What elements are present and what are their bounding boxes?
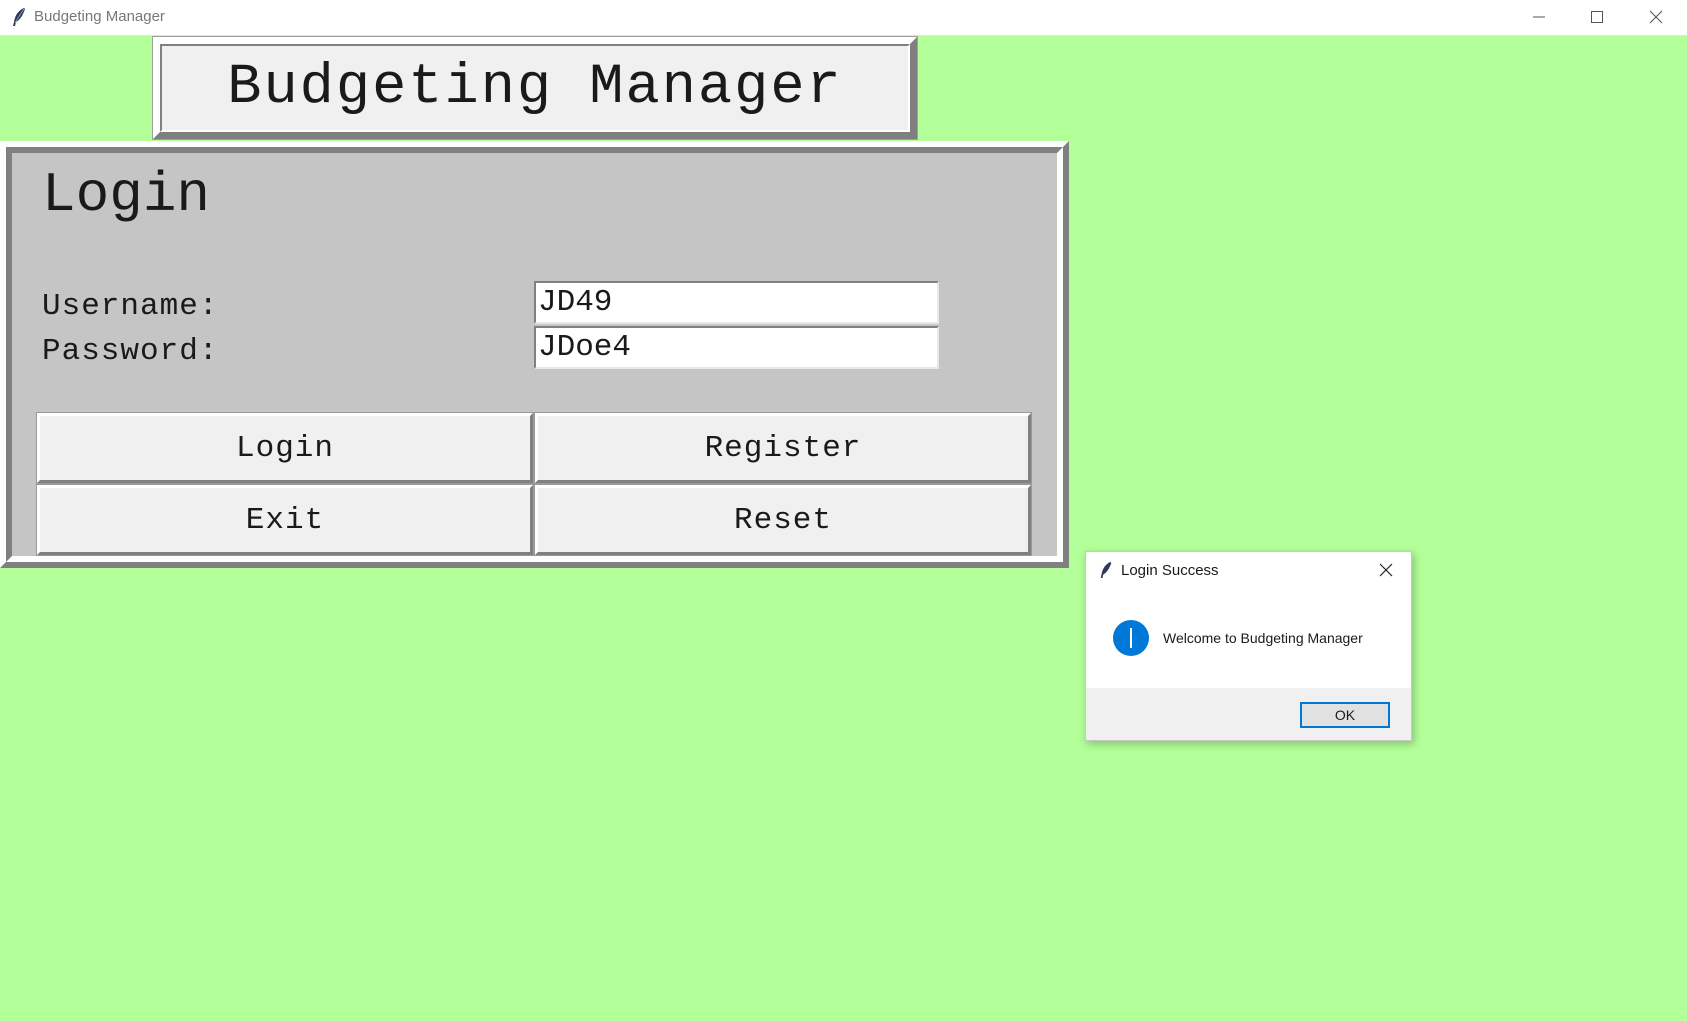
app-title: Budgeting Manager	[227, 56, 843, 120]
password-input[interactable]: JDoe4	[534, 326, 939, 369]
close-window-button[interactable]	[1627, 0, 1685, 34]
minimize-icon	[1533, 16, 1545, 18]
ok-button[interactable]: OK	[1300, 702, 1390, 728]
reset-button[interactable]: Reset	[534, 484, 1032, 556]
dialog-message: Welcome to Budgeting Manager	[1163, 630, 1363, 646]
username-label: Username:	[42, 289, 219, 324]
close-icon	[1379, 563, 1393, 577]
window-title-bar: Budgeting Manager	[0, 0, 1687, 36]
dialog-close-button[interactable]	[1376, 560, 1396, 580]
username-input[interactable]: JD49	[534, 281, 939, 324]
login-panel: Login Username: JD49 Password: JDoe4 Log…	[0, 141, 1069, 568]
exit-button[interactable]: Exit	[36, 484, 534, 556]
login-success-dialog: Login Success Welcome to Budgeting Manag…	[1085, 551, 1412, 741]
register-button[interactable]: Register	[534, 412, 1032, 484]
close-icon	[1649, 10, 1663, 24]
login-heading: Login	[42, 163, 211, 227]
dialog-title: Login Success	[1121, 562, 1219, 579]
maximize-icon	[1591, 11, 1603, 23]
feather-icon	[1098, 561, 1114, 579]
info-icon	[1112, 619, 1150, 657]
login-button[interactable]: Login	[36, 412, 534, 484]
minimize-button[interactable]	[1510, 0, 1568, 34]
header-banner-inner: Budgeting Manager	[160, 44, 910, 132]
maximize-button[interactable]	[1568, 0, 1626, 34]
password-label: Password:	[42, 334, 219, 369]
window-title: Budgeting Manager	[34, 8, 165, 25]
header-banner: Budgeting Manager	[152, 36, 918, 140]
login-panel-inner: Login Username: JD49 Password: JDoe4 Log…	[6, 147, 1063, 562]
feather-icon	[10, 7, 28, 27]
